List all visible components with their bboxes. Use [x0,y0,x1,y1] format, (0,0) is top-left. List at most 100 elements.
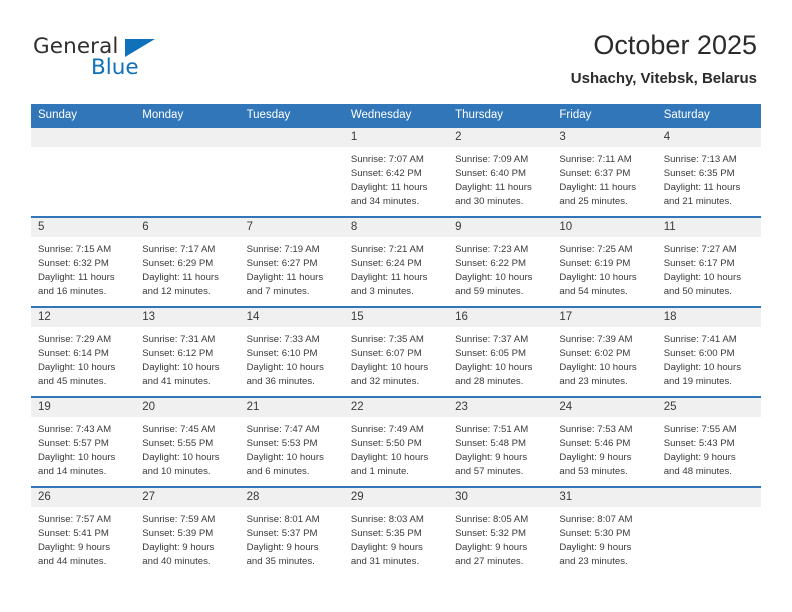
day-number: 31 [552,487,657,507]
calendar-day-cell[interactable]: 12 Sunrise: 7:29 AM Sunset: 6:14 PM Dayligh… [31,305,136,397]
calendar-day-cell[interactable]: 2 Sunrise: 7:09 AM Sunset: 6:40 PM Daylight… [448,127,553,217]
calendar-header-row: Sunday Monday Tuesday Wednesday Thursday… [31,104,761,128]
sunset-time: Sunset: 6:27 PM [246,257,318,269]
sunrise-time: Sunrise: 7:55 AM [663,423,737,435]
day-details [240,147,344,153]
day-details [31,147,135,153]
sunset-time: Sunset: 6:22 PM [455,257,527,269]
calendar-day-cell[interactable]: 20 Sunrise: 7:45 AM Sunset: 5:55 PM Dayligh… [135,395,240,487]
calendar-day-cell[interactable]: 17 Sunrise: 7:39 AM Sunset: 6:02 PM Dayligh… [552,305,657,397]
calendar-day-cell[interactable]: 30 Sunrise: 8:05 AM Sunset: 5:32 PM Dayligh… [448,485,553,576]
day-details: Sunrise: 7:19 AM Sunset: 6:27 PM Daylight:… [240,237,344,300]
day-cell-inner [135,127,240,216]
calendar-day-cell[interactable]: 18 Sunrise: 7:41 AM Sunset: 6:00 PM Dayligh… [656,305,761,397]
day-details: Sunrise: 7:59 AM Sunset: 5:39 PM Daylight:… [135,507,239,570]
sunset-time: Sunset: 5:39 PM [142,527,214,539]
sunrise-time: Sunrise: 7:39 AM [559,333,633,345]
calendar-day-cell[interactable]: 23 Sunrise: 7:51 AM Sunset: 5:48 PM Dayligh… [448,395,553,487]
day-number: 8 [343,217,449,237]
day-number: 29 [343,487,449,507]
day-cell-inner: 25 Sunrise: 7:55 AM Sunset: 5:43 PM Dayligh… [656,397,761,486]
sunset-time: Sunset: 6:29 PM [142,257,214,269]
sunset-time: Sunset: 5:32 PM [455,527,527,539]
calendar-day-cell[interactable]: 25 Sunrise: 7:55 AM Sunset: 5:43 PM Dayligh… [656,395,761,487]
day-number [239,127,344,147]
calendar-day-cell[interactable]: 14 Sunrise: 7:33 AM Sunset: 6:10 PM Dayligh… [239,305,344,397]
calendar-day-cell[interactable]: 29 Sunrise: 8:03 AM Sunset: 5:35 PM Dayligh… [343,485,449,576]
daylight-duration-line1: Daylight: 10 hours [559,361,637,373]
day-number: 27 [135,487,240,507]
sunrise-time: Sunrise: 7:41 AM [663,333,737,345]
daylight-duration-line1: Daylight: 11 hours [663,181,741,193]
day-cell-inner: 2 Sunrise: 7:09 AM Sunset: 6:40 PM Daylight… [448,127,553,216]
day-details: Sunrise: 7:17 AM Sunset: 6:29 PM Daylight:… [135,237,239,300]
calendar-day-cell[interactable]: 10 Sunrise: 7:25 AM Sunset: 6:19 PM Dayligh… [552,215,657,307]
calendar-day-cell[interactable]: 26 Sunrise: 7:57 AM Sunset: 5:41 PM Dayligh… [31,485,136,576]
daylight-duration-line2: and 16 minutes. [38,286,107,298]
daylight-duration-line2: and 31 minutes. [350,556,420,568]
calendar-day-cell[interactable]: 19 Sunrise: 7:43 AM Sunset: 5:57 PM Dayligh… [31,395,136,487]
daylight-duration-line2: and 45 minutes. [38,376,107,388]
calendar-day-cell[interactable]: 21 Sunrise: 7:47 AM Sunset: 5:53 PM Dayligh… [239,395,344,487]
calendar-week-row: 5 Sunrise: 7:15 AM Sunset: 6:32 PM Daylight… [31,215,761,307]
sunset-time: Sunset: 5:35 PM [350,527,422,539]
calendar-day-cell[interactable]: 4 Sunrise: 7:13 AM Sunset: 6:35 PM Daylight… [656,127,761,217]
calendar-day-cell-empty [239,127,344,217]
calendar-day-cell[interactable]: 3 Sunrise: 7:11 AM Sunset: 6:37 PM Daylight… [552,127,657,217]
calendar-day-cell[interactable]: 15 Sunrise: 7:35 AM Sunset: 6:07 PM Dayligh… [343,305,449,397]
page-subtitle: Ushachy, Vitebsk, Belarus [570,70,757,88]
day-cell-inner: 3 Sunrise: 7:11 AM Sunset: 6:37 PM Daylight… [552,127,657,216]
daylight-duration-line1: Daylight: 10 hours [142,451,220,463]
calendar-day-cell[interactable]: 11 Sunrise: 7:27 AM Sunset: 6:17 PM Dayligh… [656,215,761,307]
day-details [135,147,239,153]
daylight-duration-line2: and 40 minutes. [142,556,211,568]
calendar-day-cell[interactable]: 8 Sunrise: 7:21 AM Sunset: 6:24 PM Daylight… [343,215,449,307]
sunset-time: Sunset: 5:48 PM [455,437,527,449]
weekday-header-saturday: Saturday [656,104,761,128]
calendar-day-cell[interactable]: 16 Sunrise: 7:37 AM Sunset: 6:05 PM Dayligh… [448,305,553,397]
day-details: Sunrise: 8:03 AM Sunset: 5:35 PM Daylight:… [344,507,448,570]
day-cell-inner: 17 Sunrise: 7:39 AM Sunset: 6:02 PM Dayligh… [552,307,657,396]
calendar-day-cell[interactable]: 22 Sunrise: 7:49 AM Sunset: 5:50 PM Dayligh… [343,395,449,487]
day-details: Sunrise: 7:29 AM Sunset: 6:14 PM Daylight:… [31,327,135,390]
calendar-day-cell[interactable]: 1 Sunrise: 7:07 AM Sunset: 6:42 PM Daylight… [343,127,449,217]
calendar-day-cell[interactable]: 9 Sunrise: 7:23 AM Sunset: 6:22 PM Daylight… [448,215,553,307]
sunrise-time: Sunrise: 8:05 AM [455,513,529,525]
calendar-day-cell[interactable]: 5 Sunrise: 7:15 AM Sunset: 6:32 PM Daylight… [31,215,136,307]
calendar-day-cell[interactable]: 7 Sunrise: 7:19 AM Sunset: 6:27 PM Daylight… [239,215,344,307]
daylight-duration-line2: and 36 minutes. [246,376,315,388]
daylight-duration-line2: and 3 minutes. [350,286,414,298]
daylight-duration-line2: and 48 minutes. [663,466,732,478]
day-number: 2 [448,127,553,147]
sunrise-time: Sunrise: 7:45 AM [142,423,216,435]
day-details: Sunrise: 7:37 AM Sunset: 6:05 PM Daylight:… [448,327,552,390]
daylight-duration-line2: and 21 minutes. [663,196,732,208]
calendar-day-cell[interactable]: 27 Sunrise: 7:59 AM Sunset: 5:39 PM Dayligh… [135,485,240,576]
calendar-day-cell[interactable]: 13 Sunrise: 7:31 AM Sunset: 6:12 PM Dayligh… [135,305,240,397]
sunset-time: Sunset: 6:07 PM [350,347,422,359]
day-details: Sunrise: 7:23 AM Sunset: 6:22 PM Daylight:… [448,237,552,300]
daylight-duration-line2: and 34 minutes. [350,196,420,208]
calendar-day-cell[interactable]: 31 Sunrise: 8:07 AM Sunset: 5:30 PM Dayligh… [552,485,657,576]
calendar-day-cell[interactable]: 6 Sunrise: 7:17 AM Sunset: 6:29 PM Daylight… [135,215,240,307]
day-cell-inner [239,127,344,216]
sunrise-time: Sunrise: 7:09 AM [455,153,529,165]
daylight-duration-line2: and 35 minutes. [246,556,315,568]
generalblue-logo[interactable]: General Blue [33,36,233,86]
day-number [31,127,136,147]
logo-text-blue: Blue [91,55,139,80]
sunrise-time: Sunrise: 7:47 AM [246,423,320,435]
calendar-day-cell[interactable]: 28 Sunrise: 8:01 AM Sunset: 5:37 PM Dayligh… [239,485,344,576]
daylight-duration-line2: and 25 minutes. [559,196,628,208]
daylight-duration-line2: and 30 minutes. [455,196,524,208]
day-details: Sunrise: 8:01 AM Sunset: 5:37 PM Daylight:… [240,507,344,570]
page-header: General Blue October 2025 Ushachy, Viteb… [0,0,792,104]
day-number: 13 [135,307,240,327]
calendar-day-cell[interactable]: 24 Sunrise: 7:53 AM Sunset: 5:46 PM Dayligh… [552,395,657,487]
sunrise-time: Sunrise: 8:07 AM [559,513,633,525]
day-number: 1 [343,127,449,147]
day-details: Sunrise: 7:35 AM Sunset: 6:07 PM Daylight:… [344,327,448,390]
calendar-week-row: 1 Sunrise: 7:07 AM Sunset: 6:42 PM Daylight… [31,127,761,217]
weekday-header-monday: Monday [135,104,240,128]
day-cell-inner: 8 Sunrise: 7:21 AM Sunset: 6:24 PM Daylight… [343,217,449,306]
